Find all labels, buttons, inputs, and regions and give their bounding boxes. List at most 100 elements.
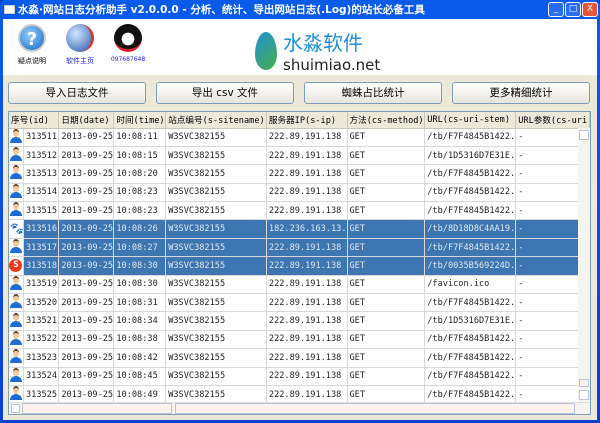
scroll-down-button[interactable] [579,390,589,400]
col-url[interactable]: URL(cs-uri-stem) [424,112,517,129]
more-stats-button[interactable]: 更多精细统计 [452,82,590,104]
cell-ip: 222.89.191.138 [266,348,348,368]
table-row[interactable]: 313521 2013-09-25 10:08:34 W3SVC382155 222.8… [9,311,590,331]
scroll-thumb-horizontal[interactable] [22,403,172,414]
user-icon [9,147,22,162]
scroll-thumb-top[interactable] [579,130,589,140]
table-row[interactable]: 313519 2013-09-25 10:08:30 W3SVC382155 222.8… [9,275,590,295]
table-row[interactable]: 313523 2013-09-25 10:08:42 W3SVC382155 222.8… [9,348,590,368]
cell-date: 2013-09-25 [58,330,115,350]
cell-time: 10:08:23 [113,183,167,203]
table-row[interactable]: 313524 2013-09-25 10:08:45 W3SVC382155 222.8… [9,367,590,386]
cell-url: /tb/F7F4845B1422. [424,293,517,313]
cell-url: /favicon.ico [424,275,517,295]
cell-id: 313512 [23,146,60,166]
cell-time: 10:08:23 [113,201,167,221]
close-button[interactable]: X [582,2,598,17]
user-icon [9,349,22,364]
cell-method: GET [347,275,426,295]
cell-url: /tb/0035B569224D. [424,256,517,276]
cell-ip: 222.89.191.138 [266,164,348,184]
table-row[interactable]: S 313518 2013-09-25 10:08:30 W3SVC382155 222.… [9,256,590,276]
scroll-thumb[interactable] [579,379,589,387]
app-icon [4,5,15,14]
user-icon [9,239,22,254]
cell-time: 10:08:15 [113,146,167,166]
cell-url: /tb/F7F4845B1422. [424,201,517,221]
export-csv-button[interactable]: 导出 csv 文件 [156,82,294,104]
cell-method: GET [347,348,426,368]
cell-date: 2013-09-25 [58,238,115,258]
row-icon-cell [9,201,25,221]
cell-ip: 222.89.191.138 [266,146,348,166]
col-time[interactable]: 时间(time) [113,112,167,129]
cell-ip: 182.236.163.13. [266,219,348,239]
spider-stats-button[interactable]: 蜘蛛占比统计 [304,82,442,104]
table-row[interactable]: 313517 2013-09-25 10:08:27 W3SVC382155 222.8… [9,238,590,258]
col-method[interactable]: 方法(cs-method) [347,112,426,129]
cell-method: GET [347,183,426,203]
maximize-button[interactable]: □ [565,2,581,17]
header-banner: ? 疑点说明 软件主页 097687648 水淼软件 shuimiao.net [3,19,597,75]
table-row[interactable]: 313511 2013-09-25 10:08:11 W3SVC382155 222.8… [9,128,590,147]
table-row[interactable]: 313514 2013-09-25 10:08:23 W3SVC382155 222.8… [9,183,590,203]
col-server-ip[interactable]: 服务器IP(s-ip) [266,112,348,129]
cell-url: /tb/F7F4845B1422. [424,330,517,350]
table-row[interactable]: 313512 2013-09-25 10:08:15 W3SVC382155 222.8… [9,146,590,166]
table-row[interactable]: 313522 2013-09-25 10:08:38 W3SVC382155 222.8… [9,330,590,350]
cell-url: /tb/1D5316D7E31E. [424,311,517,331]
cell-method: GET [347,367,426,386]
table-row[interactable]: 🐾 313516 2013-09-25 10:08:26 W3SVC382155 182.… [9,219,590,239]
log-table[interactable]: 序号(id) 日期(date) 时间(time) 站点编号(s-sitename… [8,111,591,415]
col-date[interactable]: 日期(date) [58,112,115,129]
col-sitename[interactable]: 站点编号(s-sitename) [165,112,267,129]
cell-time: 10:08:30 [113,256,167,276]
user-icon [9,367,22,382]
cell-ip: 222.89.191.138 [266,238,348,258]
scroll-left-button[interactable] [11,404,20,413]
user-icon [9,183,22,198]
row-icon-cell [9,348,25,368]
cell-ip: 222.89.191.138 [266,183,348,203]
cell-site: W3SVC382155 [165,367,267,386]
cell-date: 2013-09-25 [58,275,115,295]
horizontal-scrollbar[interactable] [9,402,590,414]
help-label: 疑点说明 [18,57,46,65]
homepage-link[interactable]: 软件主页 [55,24,105,66]
cell-time: 10:08:34 [113,311,167,331]
col-url-query[interactable]: URL参数(cs-uri [515,112,590,129]
cell-site: W3SVC382155 [165,201,267,221]
cell-id: 313519 [23,275,60,295]
user-icon [9,165,22,180]
cell-method: GET [347,238,426,258]
import-log-button[interactable]: 导入日志文件 [8,82,146,104]
qq-link[interactable]: 097687648 [103,24,153,63]
cell-time: 10:08:26 [113,219,167,239]
cell-url: /tb/F7F4845B1422. [424,164,517,184]
cell-date: 2013-09-25 [58,367,115,386]
help-icon: ? [18,24,46,52]
user-icon [9,386,22,401]
cell-date: 2013-09-25 [58,311,115,331]
cell-date: 2013-09-25 [58,201,115,221]
row-icon-cell [9,311,25,331]
cell-url: /tb/F7F4845B1422. [424,238,517,258]
table-row[interactable]: 313520 2013-09-25 10:08:31 W3SVC382155 222.8… [9,293,590,313]
cell-ip: 222.89.191.138 [266,311,348,331]
vertical-scrollbar[interactable] [578,128,590,404]
cell-method: GET [347,293,426,313]
table-row[interactable]: 313513 2013-09-25 10:08:20 W3SVC382155 222.8… [9,164,590,184]
user-icon [9,312,22,327]
table-row[interactable]: 313515 2013-09-25 10:08:23 W3SVC382155 222.8… [9,201,590,221]
cell-id: 313515 [23,201,60,221]
scroll-track[interactable] [175,403,575,414]
cell-ip: 222.89.191.138 [266,275,348,295]
cell-date: 2013-09-25 [58,293,115,313]
cell-id: 313520 [23,293,60,313]
cell-site: W3SVC382155 [165,256,267,276]
help-link[interactable]: ? 疑点说明 [7,24,57,66]
row-icon-cell: 🐾 [9,219,25,239]
col-id[interactable]: 序号(id) [9,112,60,129]
cell-time: 10:08:38 [113,330,167,350]
minimize-button[interactable]: _ [548,2,564,17]
